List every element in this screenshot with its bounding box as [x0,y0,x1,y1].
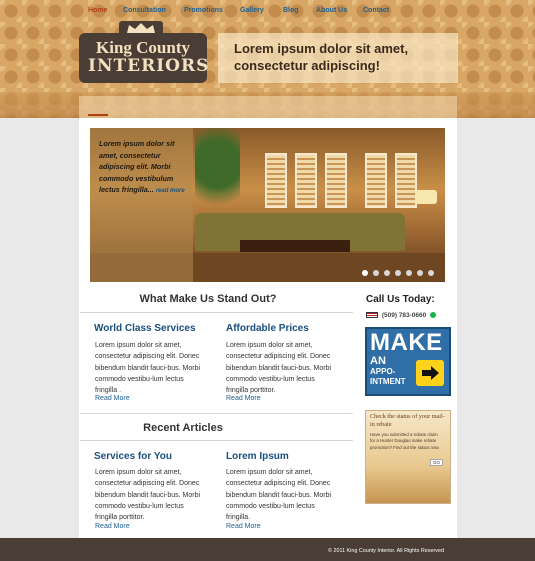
read-more-link[interactable]: Read More [95,523,130,530]
article-body: Lorem ipsum dolor sit amet, consectetur … [95,469,201,522]
nav-item-consultation[interactable]: Consultation [123,7,166,14]
hero-window-shutter [325,153,347,208]
rebate-body: Have you submitted a rebate claim for a … [370,432,440,450]
hero-read-more-link[interactable]: read more [156,188,185,194]
phone-icon [430,312,437,319]
nav-item-promotions[interactable]: Promotions [184,7,223,14]
hero-window-shutter [295,153,317,208]
article-title[interactable]: Lorem Ipsum [226,451,289,462]
section-title-stand-out: What Make Us Stand Out? [139,293,277,305]
rebate-go-button[interactable]: GO [430,459,444,466]
section-divider [80,312,353,313]
article-title[interactable]: Services for You [94,451,172,462]
nav-active-indicator [88,114,108,116]
feature-body: Lorem ipsum dolor sit amet, consectetur … [226,342,332,395]
slide-dot[interactable] [373,270,379,276]
nav-item-home[interactable]: Home [88,7,107,14]
slide-dot[interactable] [417,270,423,276]
hero-caption-text: Lorem ipsum dolor sit amet, consectetur … [99,139,175,194]
section-divider [80,440,353,441]
us-flag-icon [366,312,378,319]
section-title-recent-articles: Recent Articles [143,422,223,434]
appointment-make-label: MAKE [370,329,443,356]
hero-caption: Lorem ipsum dolor sit amet, consectetur … [99,138,189,198]
slide-dot[interactable] [395,270,401,276]
slide-dot[interactable] [428,270,434,276]
slide-dot[interactable] [406,270,412,276]
brand-name-line2: INTERIORS [88,56,210,76]
hero-window-shutter [265,153,287,208]
feature-title: World Class Services [94,323,196,334]
section-divider [80,413,353,414]
crown-icon [119,21,163,37]
main-nav [79,96,457,118]
read-more-link[interactable]: Read More [226,523,261,530]
tagline: Lorem ipsum dolor sit amet, consectetur … [234,41,409,73]
copyright-text: © 2011 King County Interior. All Rights … [328,548,444,554]
hero-coffee-table [240,240,350,252]
slide-dot[interactable] [362,270,368,276]
nav-item-gallery[interactable]: Gallery [240,7,264,14]
article-body: Lorem ipsum dolor sit amet, consectetur … [226,469,332,522]
appointment-an-label: AN [370,355,386,367]
read-more-link[interactable]: Read More [226,395,261,402]
slide-dots [362,270,434,276]
rebate-title: Check the status of your mail-in rebate [370,413,445,428]
hero-plant [195,128,240,218]
hero-window-shutter [365,153,387,208]
feature-body: Lorem ipsum dolor sit amet, consectetur … [95,342,201,395]
nav-item-blog[interactable]: Blog [283,7,299,14]
nav-item-about-us[interactable]: About Us [316,7,347,14]
hero-lamp [415,190,437,204]
nav-item-contact[interactable]: Contact [363,7,389,14]
footer [0,538,535,561]
arrow-right-icon [416,360,444,386]
brand-name-line1: King County [96,38,190,57]
feature-title: Affordable Prices [226,323,309,334]
phone-row: (509) 783-0660 [366,312,437,319]
appointment-label: APPO-INTMENT [370,367,406,386]
read-more-link[interactable]: Read More [95,395,130,402]
call-us-title: Call Us Today: [366,294,435,305]
phone-number[interactable]: (509) 783-0660 [382,312,426,319]
hero-window-shutter [395,153,417,208]
slide-dot[interactable] [384,270,390,276]
